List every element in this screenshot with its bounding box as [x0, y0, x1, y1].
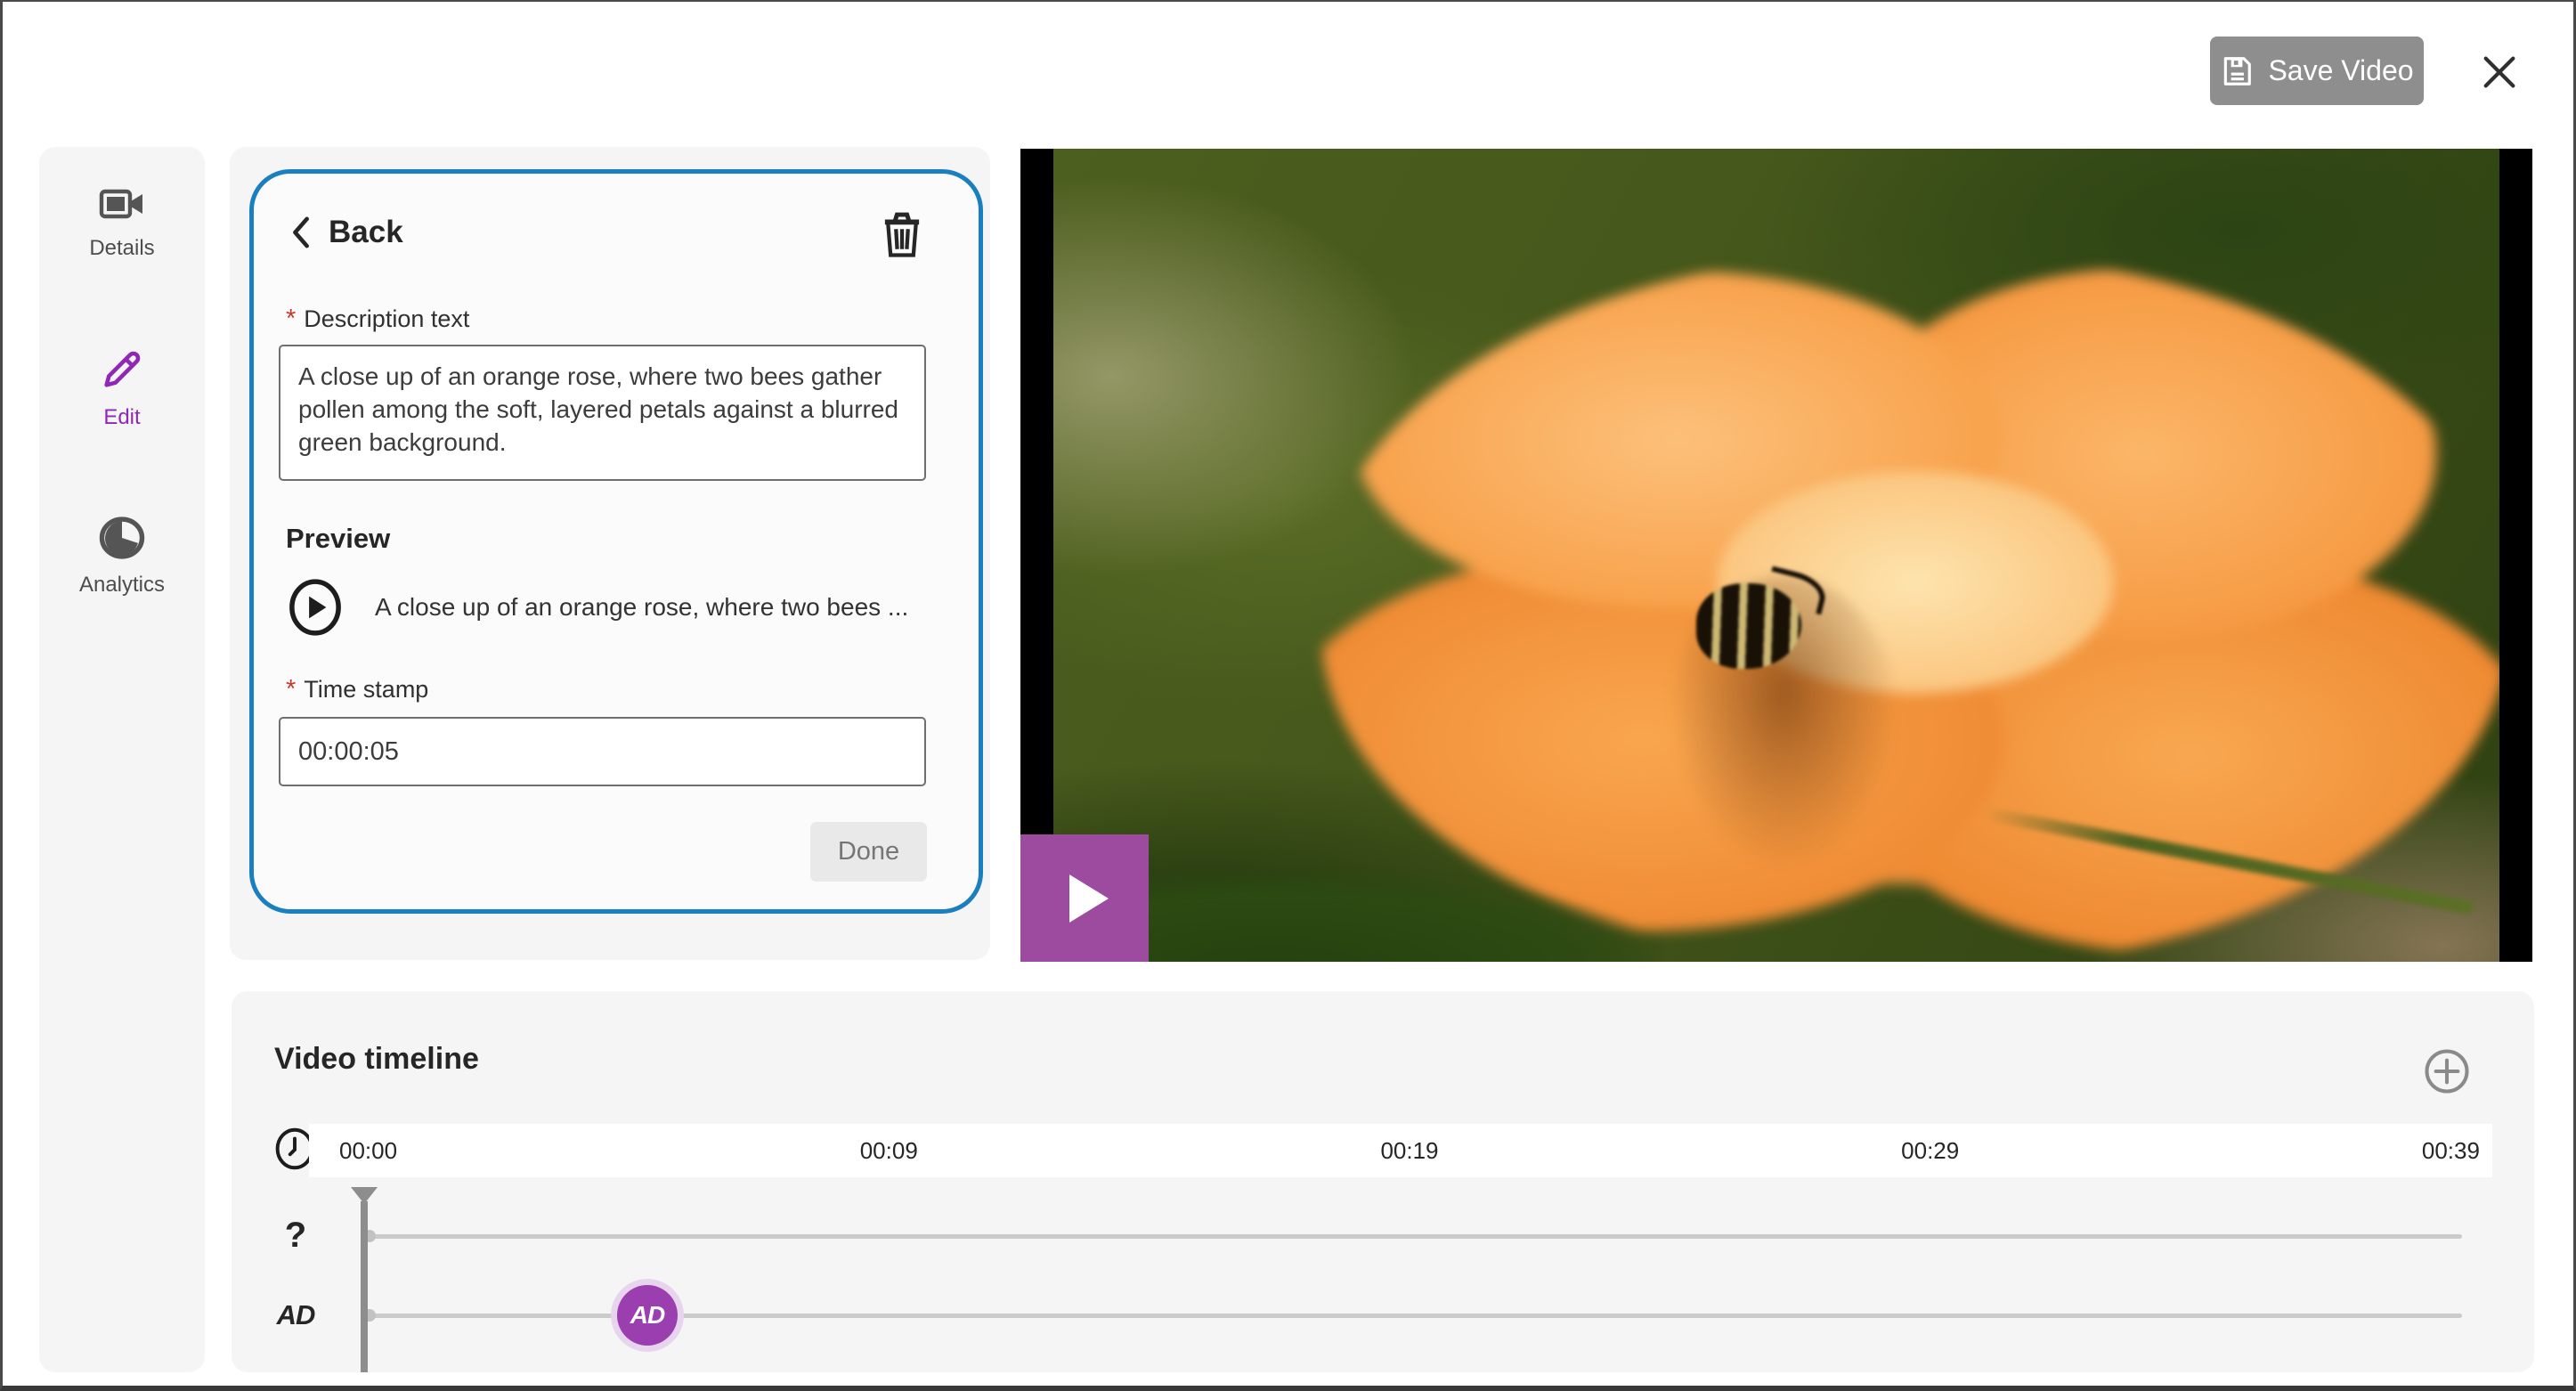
sidebar-item-label: Details	[89, 236, 154, 261]
delete-description-button[interactable]	[877, 207, 927, 263]
playhead[interactable]	[351, 1187, 378, 1372]
trash-icon	[882, 211, 922, 259]
required-marker: *	[286, 305, 296, 334]
playhead-line	[361, 1201, 368, 1372]
description-field-label: * Description text	[286, 305, 469, 334]
timestamp-label-text: Time stamp	[304, 676, 428, 704]
play-circle-icon	[286, 578, 345, 637]
tick-label: 00:19	[1380, 1137, 1438, 1165]
rose-image	[1321, 254, 2499, 962]
audio-description-track-label: AD	[272, 1299, 319, 1331]
preview-text: A close up of an orange rose, where two …	[375, 593, 908, 622]
sidebar-item-label: Edit	[103, 405, 140, 430]
save-video-label: Save Video	[2268, 54, 2413, 87]
video-timeline-panel: Video timeline 00:00 00:09 00:19 00:29 0…	[232, 991, 2534, 1372]
plus-circle-icon	[2423, 1047, 2471, 1095]
chevron-left-icon	[291, 216, 313, 249]
sidebar-item-analytics[interactable]: Analytics	[39, 516, 205, 598]
required-marker: *	[286, 676, 296, 704]
add-marker-button[interactable]	[2422, 1046, 2472, 1096]
timeline-ruler[interactable]: 00:00 00:09 00:19 00:29 00:39	[309, 1124, 2492, 1177]
video-play-button[interactable]	[1020, 834, 1149, 962]
preview-heading: Preview	[286, 523, 390, 555]
video-camera-icon	[99, 184, 145, 224]
close-icon	[2479, 52, 2520, 93]
pie-chart-icon	[98, 516, 146, 560]
ad-marker-badge: AD	[617, 1285, 678, 1346]
description-label-text: Description text	[304, 305, 469, 333]
timestamp-field-label: * Time stamp	[286, 676, 428, 704]
pencil-icon	[99, 346, 145, 393]
video-player[interactable]	[1020, 149, 2532, 962]
tick-label: 00:39	[2422, 1137, 2480, 1165]
audio-description-marker[interactable]: AD	[611, 1279, 684, 1352]
play-triangle-icon	[1069, 874, 1109, 923]
save-video-button[interactable]: Save Video	[2210, 37, 2424, 105]
close-button[interactable]	[2474, 46, 2525, 98]
sidebar-item-label: Analytics	[79, 573, 165, 598]
questions-track[interactable]	[365, 1234, 2462, 1239]
edit-panel: Back * Description text A close up of an…	[230, 147, 990, 960]
tick-label: 00:29	[1901, 1137, 1959, 1165]
timeline-title: Video timeline	[274, 1042, 479, 1077]
audio-description-card: Back * Description text A close up of an…	[249, 169, 983, 914]
back-button[interactable]: Back	[291, 215, 403, 250]
video-frame	[1053, 149, 2499, 962]
preview-row: A close up of an orange rose, where two …	[284, 576, 908, 639]
timestamp-input[interactable]	[279, 717, 926, 786]
description-textarea[interactable]: A close up of an orange rose, where two …	[279, 345, 926, 481]
sidebar-item-details[interactable]: Details	[39, 184, 205, 261]
tick-label: 00:00	[339, 1137, 397, 1165]
tick-label: 00:09	[860, 1137, 918, 1165]
sidebar: Details Edit Analytics	[39, 147, 205, 1372]
preview-play-button[interactable]	[284, 576, 346, 639]
back-label: Back	[329, 215, 403, 250]
questions-track-label: ?	[272, 1216, 319, 1256]
save-icon	[2220, 54, 2254, 88]
done-button[interactable]: Done	[810, 822, 927, 882]
sidebar-item-edit[interactable]: Edit	[39, 346, 205, 430]
